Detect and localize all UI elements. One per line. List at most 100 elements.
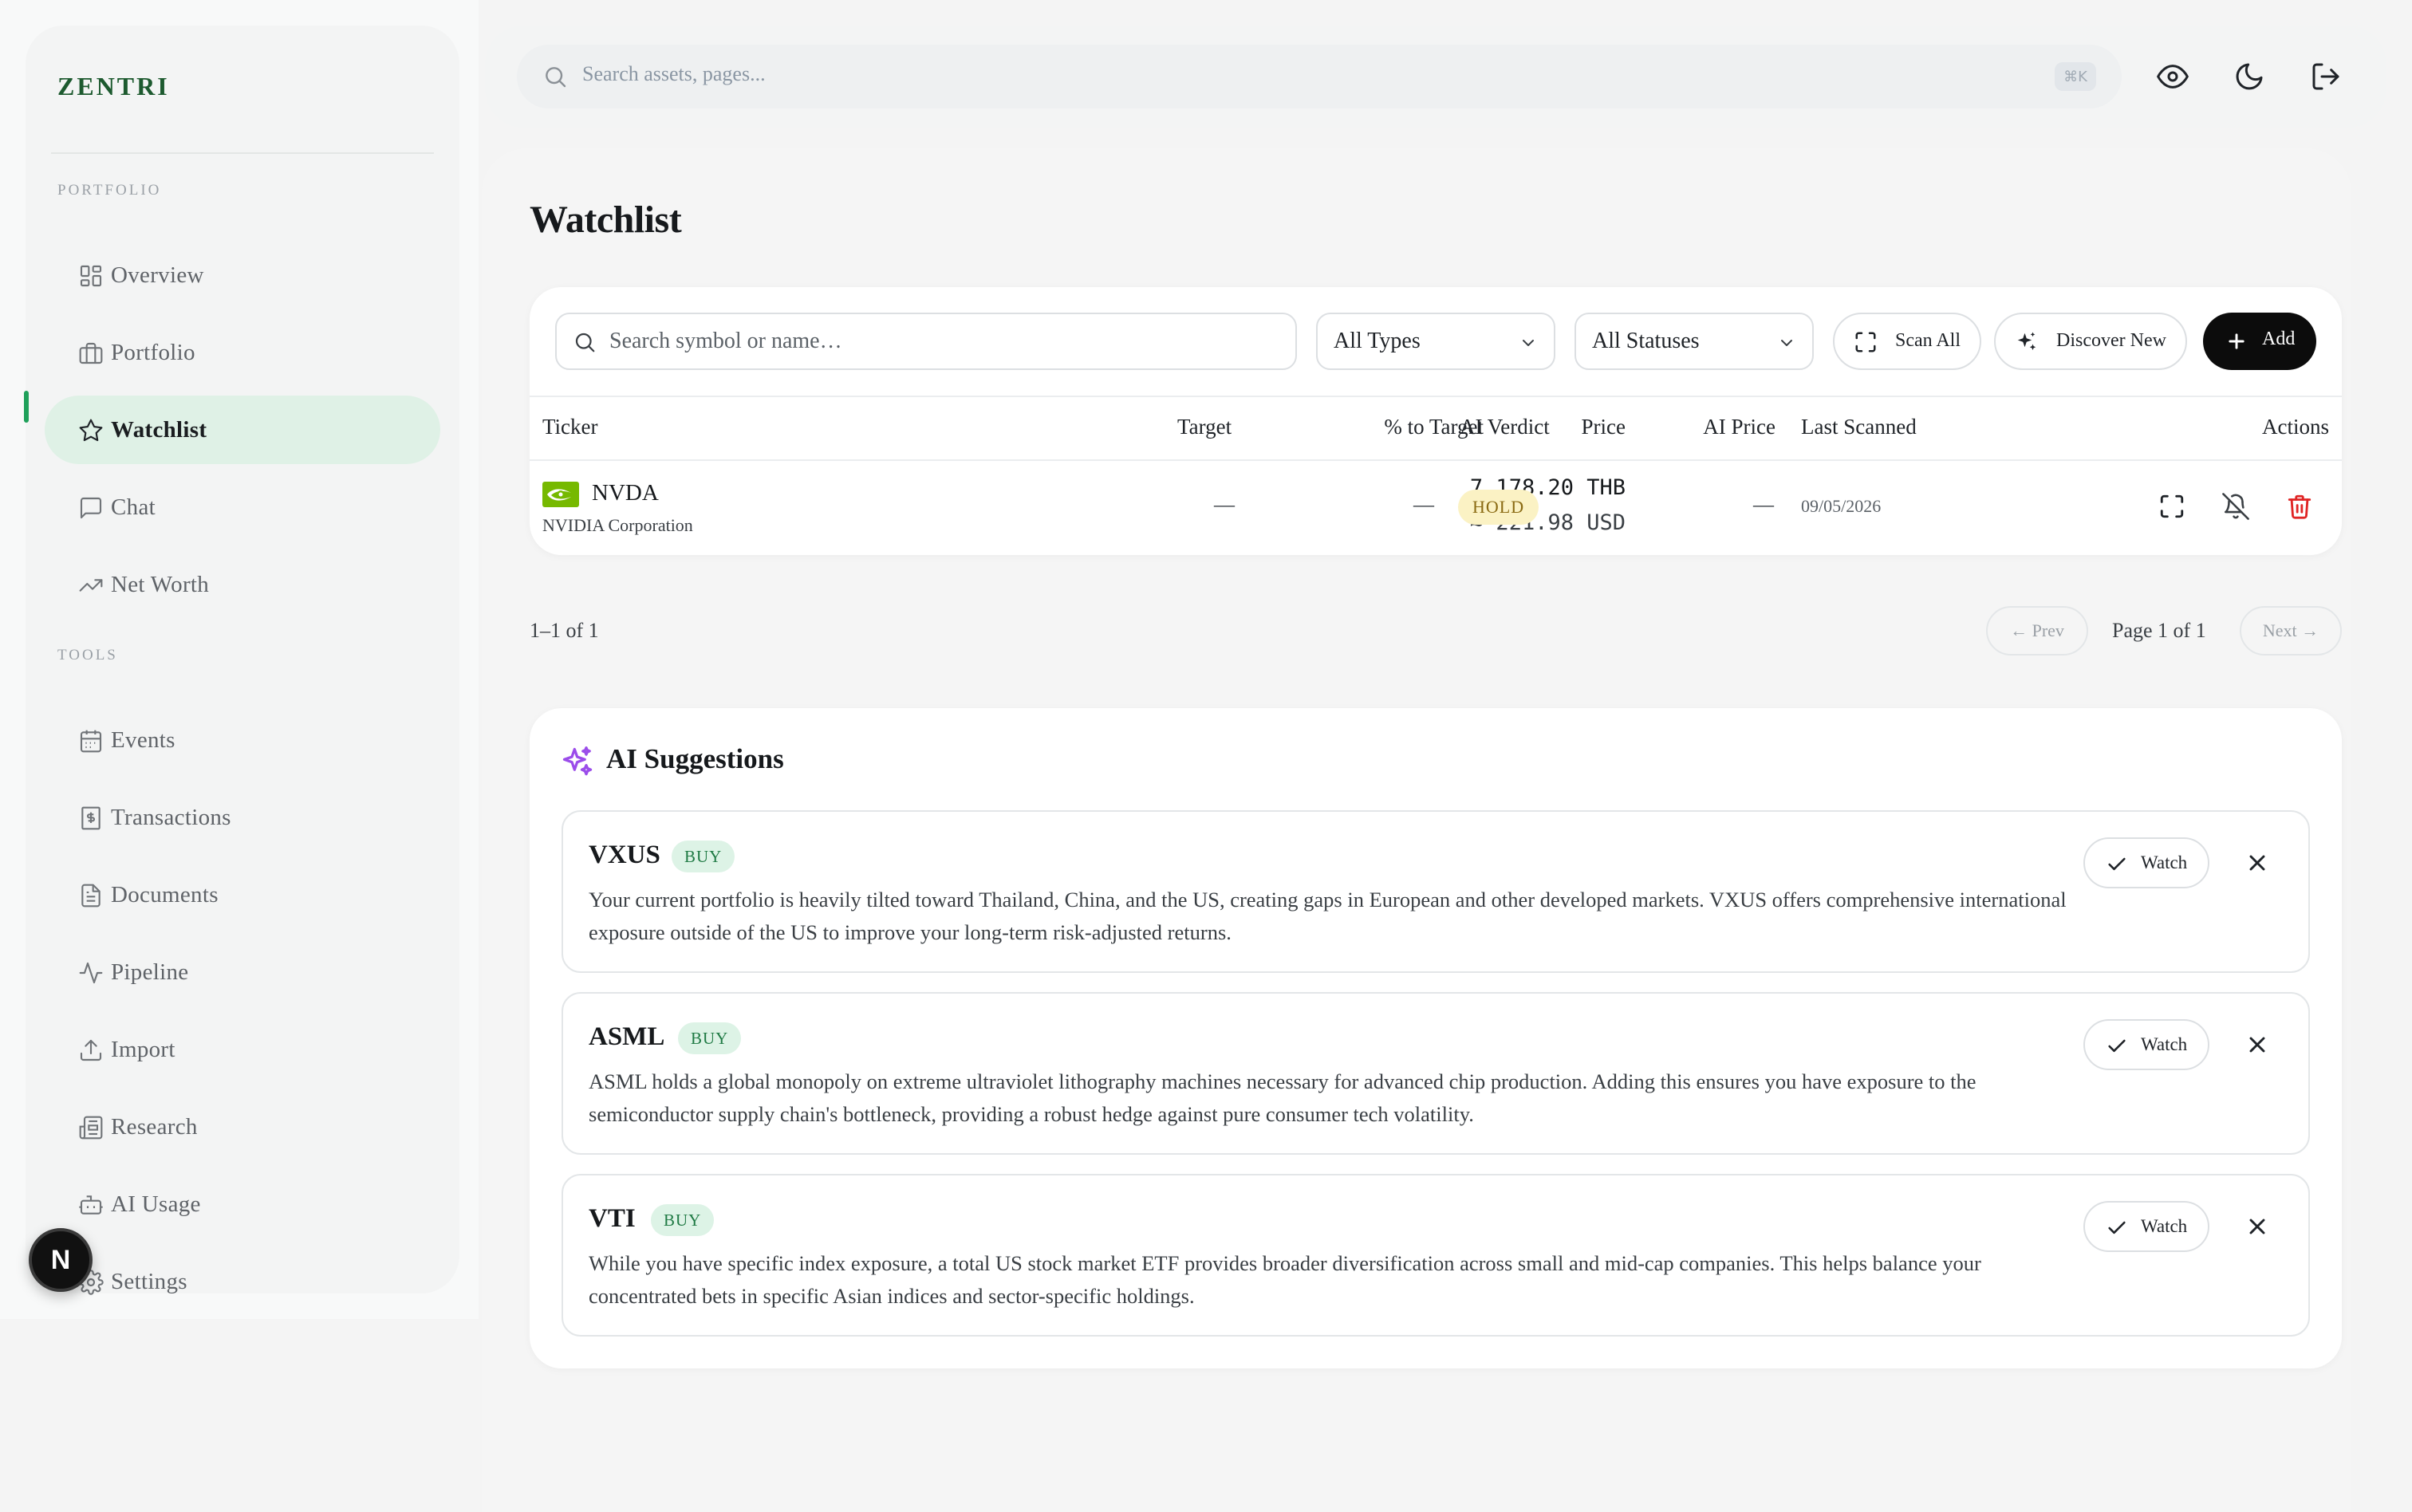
search-icon xyxy=(573,330,597,354)
add-button[interactable]: Add xyxy=(2203,313,2316,370)
watchlist-card: Search symbol or name… All Types All Sta… xyxy=(530,287,2342,555)
sidebar-item-documents[interactable]: Documents xyxy=(45,860,440,929)
suggestion-card: VTI BUY While you have specific index ex… xyxy=(562,1174,2310,1337)
symbol-search-input[interactable]: Search symbol or name… xyxy=(555,313,1297,370)
sidebar-item-events[interactable]: Events xyxy=(45,706,440,774)
sidebar-item-transactions[interactable]: Transactions xyxy=(45,783,440,852)
star-icon xyxy=(78,418,104,443)
brand-logo[interactable]: ZENTRI xyxy=(57,72,170,101)
sidebar-item-label: Documents xyxy=(111,881,219,908)
sparkles-icon xyxy=(2015,330,2039,354)
sparkles-icon xyxy=(560,745,595,780)
sidebar-divider xyxy=(51,152,434,154)
divider xyxy=(530,459,2342,461)
sidebar-item-watchlist[interactable]: Watchlist xyxy=(45,396,440,464)
close-icon[interactable] xyxy=(2244,1214,2270,1239)
watch-button[interactable]: Watch xyxy=(2083,837,2209,888)
sidebar-item-settings[interactable]: Settings xyxy=(45,1247,440,1316)
global-search-input[interactable]: Search assets, pages... ⌘K xyxy=(517,45,2122,108)
sidebar-item-net-worth[interactable]: Net Worth xyxy=(45,550,440,619)
prev-page-button[interactable]: ← Prev xyxy=(1986,606,2088,656)
discover-new-button[interactable]: Discover New xyxy=(1994,313,2187,370)
avatar[interactable]: N xyxy=(29,1228,93,1292)
ticker-symbol[interactable]: NVDA xyxy=(592,480,659,506)
column-header-last-scanned[interactable]: Last Scanned xyxy=(1801,415,1917,439)
sidebar-item-import[interactable]: Import xyxy=(45,1015,440,1084)
scan-all-label: Scan All xyxy=(1895,330,1961,351)
next-page-button[interactable]: Next → xyxy=(2240,606,2342,656)
discover-new-label: Discover New xyxy=(2056,330,2166,351)
document-icon xyxy=(78,883,104,908)
chevron-down-icon xyxy=(1777,333,1796,352)
ai-price-value: — xyxy=(1753,493,1774,516)
column-header-ai-price[interactable]: AI Price xyxy=(1703,415,1776,439)
sidebar-item-chat[interactable]: Chat xyxy=(45,473,440,541)
grid-icon xyxy=(78,263,104,289)
sidebar-item-label: Watchlist xyxy=(111,416,207,443)
suggestion-description: While you have specific index exposure, … xyxy=(589,1251,1981,1308)
column-header-ai-verdict[interactable]: AI Verdict xyxy=(1460,415,1550,439)
active-indicator xyxy=(24,391,29,423)
add-label: Add xyxy=(2262,329,2296,349)
type-select[interactable]: All Types xyxy=(1316,313,1555,370)
calendar-icon xyxy=(78,728,104,754)
logout-icon[interactable] xyxy=(2310,61,2342,93)
status-select[interactable]: All Statuses xyxy=(1574,313,1814,370)
check-icon xyxy=(2106,1217,2128,1239)
column-header-price[interactable]: Price xyxy=(1582,415,1626,439)
sidebar-item-ai-usage[interactable]: AI Usage xyxy=(45,1170,440,1238)
buy-badge: BUY xyxy=(672,841,735,872)
watch-button[interactable]: Watch xyxy=(2083,1019,2209,1070)
newspaper-icon xyxy=(78,1115,104,1140)
suggestion-description: ASML holds a global monopoly on extreme … xyxy=(589,1069,1977,1126)
eye-icon[interactable] xyxy=(2157,61,2189,93)
sidebar-item-label: Overview xyxy=(111,262,204,288)
column-header-ticker[interactable]: Ticker xyxy=(542,415,598,439)
sidebar-item-pipeline[interactable]: Pipeline xyxy=(45,938,440,1006)
close-icon[interactable] xyxy=(2244,1032,2270,1057)
section-title: AI Suggestions xyxy=(606,743,784,774)
sidebar-item-label: Chat xyxy=(111,494,156,520)
suggestion-description: Your current portfolio is heavily tilted… xyxy=(589,888,2067,944)
watch-label: Watch xyxy=(2141,852,2188,872)
section-label-tools: TOOLS xyxy=(57,647,118,663)
sidebar-item-label: Events xyxy=(111,726,175,753)
chat-icon xyxy=(78,495,104,521)
ai-suggestions-card: AI Suggestions VXUS BUY Your current por… xyxy=(530,708,2342,1368)
nvidia-logo-icon xyxy=(542,482,579,507)
sidebar-item-label: Research xyxy=(111,1113,198,1140)
sidebar-item-portfolio[interactable]: Portfolio xyxy=(45,318,440,387)
search-placeholder: Search symbol or name… xyxy=(609,329,842,353)
close-icon[interactable] xyxy=(2244,850,2270,876)
scan-icon[interactable] xyxy=(2158,493,2185,520)
trending-up-icon xyxy=(78,573,104,598)
suggestion-symbol: VTI xyxy=(589,1204,636,1233)
suggestion-card: ASML BUY ASML holds a global monopoly on… xyxy=(562,992,2310,1155)
type-select-value: All Types xyxy=(1334,329,1421,353)
page-title: Watchlist xyxy=(530,199,682,241)
page-indicator: Page 1 of 1 xyxy=(2112,619,2206,642)
suggestion-card: VXUS BUY Your current portfolio is heavi… xyxy=(562,810,2310,973)
scan-all-button[interactable]: Scan All xyxy=(1833,313,1981,370)
target-value: — xyxy=(1214,493,1235,516)
column-header-actions: Actions xyxy=(2262,415,2329,439)
moon-icon[interactable] xyxy=(2233,61,2265,93)
trash-icon[interactable] xyxy=(2286,493,2313,520)
column-header-target[interactable]: Target xyxy=(1177,415,1232,439)
bell-off-icon[interactable] xyxy=(2222,493,2249,520)
suggestion-symbol: ASML xyxy=(589,1022,665,1051)
section-label-portfolio: PORTFOLIO xyxy=(57,182,162,199)
sidebar-item-research[interactable]: Research xyxy=(45,1093,440,1161)
watch-button[interactable]: Watch xyxy=(2083,1201,2209,1252)
ai-verdict-badge: HOLD xyxy=(1458,490,1539,525)
sidebar-item-label: Net Worth xyxy=(111,571,210,597)
scan-icon xyxy=(1854,330,1878,354)
divider xyxy=(530,396,2342,397)
sidebar-item-label: Pipeline xyxy=(111,959,189,985)
sidebar: ZENTRI PORTFOLIO Overview Portfolio Watc… xyxy=(26,26,459,1295)
watch-label: Watch xyxy=(2141,1216,2188,1236)
sidebar-item-overview[interactable]: Overview xyxy=(45,241,440,309)
last-scanned-value: 09/05/2026 xyxy=(1801,496,1882,516)
suggestion-symbol: VXUS xyxy=(589,841,660,869)
check-icon xyxy=(2106,853,2128,876)
